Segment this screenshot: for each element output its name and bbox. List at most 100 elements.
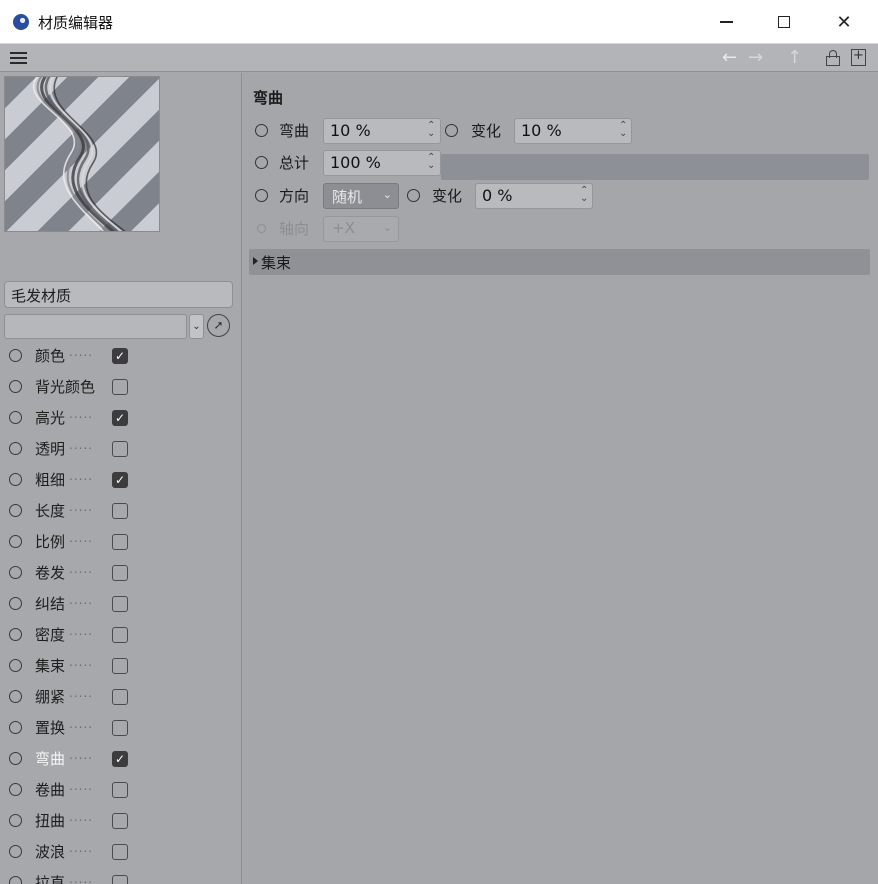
channel-checkbox[interactable] [112,441,128,457]
channel-list: 颜色 ..... ✓ 背光颜色 高光 ..... ✓ 透明 ..... 粗细 .… [0,341,240,884]
channel-dots: ..... [69,593,94,607]
channel-radio-icon[interactable] [9,411,22,424]
channel-checkbox[interactable]: ✓ [112,751,128,767]
expand-triangle-icon [253,257,258,265]
channel-checkbox[interactable] [112,813,128,829]
bend-variation-input[interactable]: 10 % [514,118,632,144]
new-window-icon[interactable]: + [851,49,866,66]
channel-checkbox[interactable] [112,844,128,860]
channel-radio-icon[interactable] [9,380,22,393]
channel-item-displace[interactable]: 置换 ..... [0,713,240,744]
channel-radio-icon[interactable] [9,566,22,579]
minimize-icon [719,21,733,23]
channel-checkbox[interactable] [112,782,128,798]
channel-radio-icon[interactable] [9,752,22,765]
channel-item-specular[interactable]: 高光 ..... ✓ [0,403,240,434]
channel-radio-icon[interactable] [9,814,22,827]
axis-value: +X [332,219,355,237]
channel-checkbox[interactable] [112,658,128,674]
channel-checkbox[interactable]: ✓ [112,410,128,426]
bend-variation-keyframe-radio[interactable] [445,124,458,137]
channel-item-length[interactable]: 长度 ..... [0,496,240,527]
channel-label: 置换 [35,719,66,737]
channel-item-color[interactable]: 颜色 ..... ✓ [0,341,240,372]
direction-label: 方向 [279,187,310,205]
channel-checkbox[interactable] [112,379,128,395]
channel-radio-icon[interactable] [9,845,22,858]
bend-keyframe-radio[interactable] [255,124,268,137]
clump-group-header[interactable]: 集束 [249,249,870,275]
total-slider[interactable] [441,154,869,180]
channel-checkbox[interactable] [112,503,128,519]
channel-checkbox[interactable] [112,627,128,643]
channel-radio-icon[interactable] [9,690,22,703]
chevron-down-icon: ⌄ [382,221,392,234]
channel-item-straighten[interactable]: 拉直 ..... [0,868,240,884]
channel-checkbox[interactable] [112,596,128,612]
channel-checkbox[interactable]: ✓ [112,472,128,488]
channel-item-twist[interactable]: 扭曲 ..... [0,806,240,837]
channel-radio-icon[interactable] [9,597,22,610]
channel-item-kink[interactable]: 纠结 ..... [0,589,240,620]
channel-item-density[interactable]: 密度 ..... [0,620,240,651]
channel-dots: ..... [69,562,94,576]
direction-dropdown[interactable]: 随机 ⌄ [323,183,399,209]
channel-item-transparency[interactable]: 透明 ..... [0,434,240,465]
channel-item-clump[interactable]: 集束 ..... [0,651,240,682]
channel-radio-icon[interactable] [9,473,22,486]
direction-variation-label: 变化 [432,187,463,205]
channel-radio-icon[interactable] [9,349,22,362]
channel-item-tighten[interactable]: 绷紧 ..... [0,682,240,713]
channel-dots: ..... [69,345,94,359]
channel-checkbox[interactable] [112,875,128,884]
channel-checkbox[interactable] [112,534,128,550]
bend-input[interactable]: 10 % [323,118,441,144]
bend-variation-spinner-icon[interactable]: ⌃ ⌄ [619,121,627,139]
chevron-down-icon[interactable]: ⌄ [189,314,204,339]
channel-radio-icon[interactable] [9,535,22,548]
lock-icon[interactable] [826,50,840,66]
channel-checkbox[interactable]: ✓ [112,348,128,364]
channel-item-frizz[interactable]: 卷发 ..... [0,558,240,589]
direction-variation-spinner-icon[interactable]: ⌃ ⌄ [580,186,588,204]
channel-dots: ..... [69,624,94,638]
channel-item-curl[interactable]: 卷曲 ..... [0,775,240,806]
close-button[interactable]: ✕ [815,0,873,44]
up-arrow-icon[interactable]: ↑ [787,47,802,68]
bend-spinner-icon[interactable]: ⌃ ⌄ [427,121,435,139]
back-arrow-icon[interactable]: ← [722,47,737,68]
channel-item-thickness[interactable]: 粗细 ..... ✓ [0,465,240,496]
channel-radio-icon[interactable] [9,628,22,641]
channel-radio-icon[interactable] [9,442,22,455]
channel-radio-icon[interactable] [9,504,22,517]
direction-keyframe-radio[interactable] [255,189,268,202]
channel-checkbox[interactable] [112,720,128,736]
channel-radio-icon[interactable] [9,876,22,884]
channel-item-bend[interactable]: 弯曲 ..... ✓ [0,744,240,775]
minimize-button[interactable] [697,0,755,44]
direction-variation-input[interactable]: 0 % [475,183,593,209]
total-spinner-icon[interactable]: ⌃ ⌄ [427,153,435,171]
forward-arrow-icon[interactable]: → [748,47,763,68]
menu-icon[interactable] [10,52,27,64]
channel-radio-icon[interactable] [9,721,22,734]
channel-radio-icon[interactable] [9,783,22,796]
pick-arrow-icon[interactable]: ➚ [207,314,230,337]
channel-item-scale[interactable]: 比例 ..... [0,527,240,558]
channel-dots: ..... [69,810,94,824]
channel-dots: ..... [69,841,94,855]
material-preview[interactable] [4,76,160,232]
channel-radio-icon[interactable] [9,659,22,672]
channel-item-backlight[interactable]: 背光颜色 [0,372,240,403]
material-link-field[interactable] [4,314,187,339]
bend-label: 弯曲 [279,122,310,140]
maximize-button[interactable] [755,0,813,44]
channel-checkbox[interactable] [112,565,128,581]
total-keyframe-radio[interactable] [255,156,268,169]
direction-variation-keyframe-radio[interactable] [407,189,420,202]
material-name-field[interactable]: 毛发材质 [4,281,233,308]
channel-checkbox[interactable] [112,689,128,705]
total-input[interactable]: 100 % [323,150,441,176]
channel-item-wave[interactable]: 波浪 ..... [0,837,240,868]
channel-label: 拉直 [35,874,66,884]
